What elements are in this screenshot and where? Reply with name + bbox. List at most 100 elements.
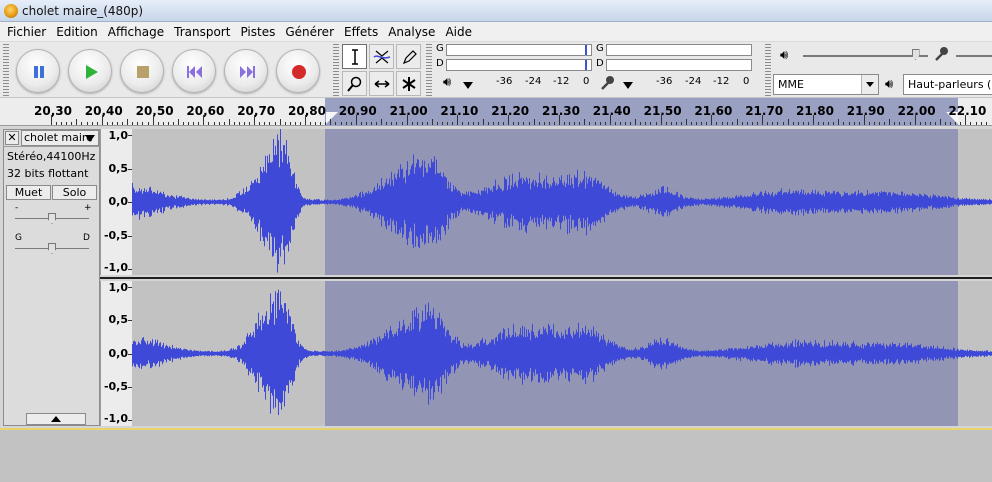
ruler-tick: [533, 119, 535, 125]
ruler-tick: [823, 122, 825, 125]
ruler-tick: [625, 122, 627, 125]
stop-button[interactable]: [120, 49, 164, 93]
menu-analyse[interactable]: Analyse: [383, 22, 440, 41]
skip-to-end-button[interactable]: [224, 49, 268, 93]
ruler-tick: [86, 122, 88, 125]
menu-affichage[interactable]: Affichage: [103, 22, 169, 41]
ruler-tick: [330, 119, 332, 125]
menu-pistes[interactable]: Pistes: [235, 22, 280, 41]
ruler-tick: [701, 122, 703, 125]
ruler-tick: [777, 122, 779, 125]
ruler-tick: [965, 115, 967, 125]
ruler-tick: [584, 119, 586, 125]
draw-tool-button[interactable]: [396, 44, 421, 69]
ruler-tick: [147, 122, 149, 125]
empty-track-space[interactable]: [0, 428, 992, 482]
ruler-tick: [492, 122, 494, 125]
ruler-tick: [619, 122, 621, 125]
ruler-tick: [879, 122, 881, 125]
pan-left-label: G: [15, 233, 22, 243]
window-title: cholet maire_(480p): [22, 4, 144, 18]
ruler-time-label: 20,40: [84, 104, 123, 118]
ruler-time-label: 21.00: [389, 104, 428, 118]
ruler-tick: [873, 122, 875, 125]
ruler-tick: [955, 122, 957, 125]
record-meter[interactable]: G D: [596, 43, 756, 74]
ruler-tick: [604, 122, 606, 125]
ruler-tick: [284, 122, 286, 125]
selection-tool-button[interactable]: [342, 44, 367, 69]
envelope-tool-button[interactable]: [369, 44, 394, 69]
menu-generer[interactable]: Générer: [280, 22, 339, 41]
skip-to-start-button[interactable]: [172, 49, 216, 93]
ruler-tick: [889, 119, 891, 125]
waveform-channel-right[interactable]: [132, 281, 992, 426]
ruler-tick: [894, 122, 896, 125]
ruler-tick: [706, 122, 708, 125]
ruler-tick: [762, 115, 764, 125]
output-volume-thumb[interactable]: [911, 49, 920, 60]
menu-transport[interactable]: Transport: [169, 22, 235, 41]
playback-meter[interactable]: G D: [436, 43, 594, 74]
collapse-track-button[interactable]: [26, 413, 86, 425]
ruler-tick: [767, 122, 769, 125]
ruler-tick: [487, 122, 489, 125]
meter-left-label: G: [436, 43, 444, 54]
record-icon: [292, 65, 306, 79]
ruler-tick: [442, 122, 444, 125]
transport-toolbar-grip[interactable]: [3, 44, 9, 96]
input-volume-slider[interactable]: [956, 55, 992, 57]
close-track-button[interactable]: ✕: [5, 131, 19, 145]
ruler-tick: [244, 122, 246, 125]
ruler-tick: [797, 122, 799, 125]
menu-fichier[interactable]: Fichier: [2, 22, 51, 41]
ruler-tick: [904, 122, 906, 125]
gain-slider-thumb[interactable]: [48, 213, 56, 224]
menu-effets[interactable]: Effets: [339, 22, 383, 41]
ruler-time-label: 21.80: [796, 104, 834, 118]
ruler-tick: [223, 122, 225, 125]
pan-right-label: D: [83, 233, 90, 243]
timeline-ruler[interactable]: 20,30 20,40 20,50 20,60 20,70 20,80 20.90 21.00…: [0, 98, 992, 126]
multi-tool-button[interactable]: [396, 71, 421, 96]
audio-host-select[interactable]: MME: [773, 74, 879, 95]
record-button[interactable]: [276, 49, 320, 93]
vertical-ruler-right: 1,0 0,5 0,0 -0,5 -1,0: [100, 281, 132, 426]
pan-slider-thumb[interactable]: [48, 243, 56, 254]
meter-toolbar-grip[interactable]: [426, 44, 432, 96]
mute-button[interactable]: Muet: [6, 185, 51, 200]
ruler-tick: [919, 122, 921, 125]
ruler-tick: [818, 122, 820, 125]
output-device-select[interactable]: Haut-parleurs (Pé: [903, 74, 992, 95]
mixer-toolbar-grip[interactable]: [765, 44, 771, 96]
multi-tool-icon: [402, 77, 416, 91]
ruler-tick: [96, 122, 98, 125]
pause-button[interactable]: [16, 49, 60, 93]
ruler-tick: [792, 122, 794, 125]
timeshift-tool-button[interactable]: [369, 71, 394, 96]
zoom-tool-button[interactable]: [342, 71, 367, 96]
chevron-down-icon[interactable]: [622, 79, 634, 94]
ruler-tick: [787, 119, 789, 125]
ruler-tick: [411, 122, 413, 125]
menu-aide[interactable]: Aide: [440, 22, 477, 41]
tools-toolbar-grip[interactable]: [333, 44, 339, 96]
ruler-tick: [259, 122, 261, 125]
menu-edition[interactable]: Edition: [51, 22, 103, 41]
ruler-tick: [802, 122, 804, 125]
meter-scale-label: -36: [656, 76, 673, 87]
chevron-down-icon[interactable]: [462, 79, 474, 94]
output-volume-slider[interactable]: [803, 55, 928, 57]
ruler-tick: [807, 122, 809, 125]
skip-end-icon: [240, 66, 255, 78]
ruler-tick: [934, 122, 936, 125]
ruler-tick: [579, 122, 581, 125]
ruler-time-label: 21.20: [491, 104, 530, 118]
ruler-tick: [680, 122, 682, 125]
solo-button[interactable]: Solo: [52, 185, 97, 200]
waveform-channel-left[interactable]: [132, 129, 992, 275]
ruler-tick: [122, 122, 124, 125]
zoom-tool-icon: [347, 76, 362, 92]
play-button[interactable]: [68, 49, 112, 93]
track-name-dropdown[interactable]: cholet maire: [21, 130, 99, 146]
